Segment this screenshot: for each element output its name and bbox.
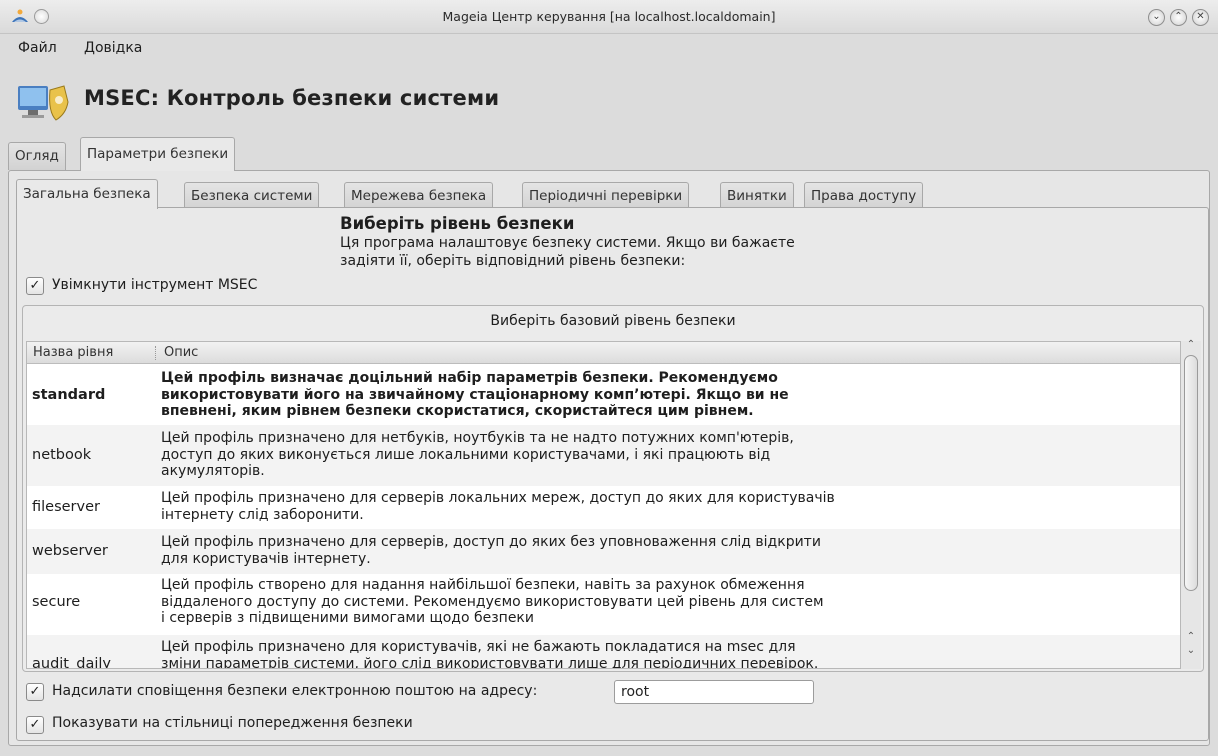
maximize-button[interactable]: ⌃ [1170,9,1187,26]
scroll-up-icon[interactable]: ⌃ [1184,631,1198,642]
table-header: Назва рівня Опис [27,342,1180,364]
description-line: Цей профіль призначено для нетбуків, ноу… [161,430,794,446]
level-name: webserver [32,543,108,559]
description-line: зміни параметрів системи, його слід вико… [161,655,819,669]
page-title: MSEC: Контроль безпеки системи [84,86,500,110]
window-title: Mageia Центр керування [на localhost.loc… [442,9,776,24]
enable-msec-checkbox[interactable]: ✓ [26,277,44,295]
description-line: Цей профіль призначено для серверів, дос… [161,534,821,550]
description-line: акумуляторів. [161,463,265,479]
scroll-up-icon[interactable]: ⌃ [1184,339,1198,350]
description-line: впевнені, яким рівнем безпеки скористати… [161,403,754,419]
tab-system-security[interactable]: Безпека системи [184,182,320,210]
description-line: Цей профіль визначає доцільний набір пар… [161,370,778,386]
email-address-input[interactable] [614,680,814,704]
level-description: Цей профіль призначено для нетбуків, ноу… [161,430,921,480]
column-header-description[interactable]: Опис [164,345,198,360]
scroll-handle[interactable] [1184,355,1198,591]
intro-line: задіяти її, оберіть відповідний рівень б… [340,253,686,269]
minimize-button[interactable]: ⌄ [1148,9,1165,26]
msec-shield-icon [18,85,69,121]
level-name: secure [32,594,81,610]
email-notify-checkbox[interactable]: ✓ [26,683,44,701]
column-separator[interactable] [155,346,156,360]
tab-general-security[interactable]: Загальна безпека [16,179,158,209]
base-level-group-title: Виберіть базовий рівень безпеки [490,313,736,329]
level-description: Цей профіль створено для надання найбіль… [161,577,921,627]
description-line: віддаленого доступу до системи. Рекоменд… [161,593,824,610]
table-row[interactable]: secure Цей профіль створено для надання … [27,574,1180,635]
scroll-down-icon[interactable]: ⌄ [1184,645,1198,656]
description-line: використовувати його на звичайному стаці… [161,386,789,403]
window-titlebar: Mageia Центр керування [на localhost.loc… [0,0,1218,34]
description-line: для користувачів інтернету. [161,550,371,567]
column-header-level-name[interactable]: Назва рівня [33,345,113,360]
tab-network-security[interactable]: Мережева безпека [344,182,494,210]
description-line: інтернету слід заборонити. [161,506,364,523]
close-button[interactable]: ✕ [1192,9,1209,26]
level-name: netbook [32,447,92,463]
menu-file[interactable]: Файл [18,40,57,56]
level-name: audit_daily [32,656,111,669]
security-levels-table[interactable]: Назва рівня Опис standard Цей профіль ви… [26,341,1181,669]
enable-msec-label: Увімкнути інструмент MSEC [52,277,258,293]
desktop-warnings-checkbox[interactable]: ✓ [26,716,44,734]
description-line: і серверів з підвищеними вимогами щодо б… [161,610,534,626]
tab-security-settings[interactable]: Параметри безпеки [80,137,236,171]
description-line: Цей профіль призначено для серверів лока… [161,490,835,506]
tab-exceptions[interactable]: Винятки [720,182,794,210]
menu-bar: Файл Довідка [0,34,1218,62]
tab-overview[interactable]: Огляд [8,142,66,170]
level-description: Цей профіль визначає доцільний набір пар… [161,370,921,420]
tab-periodic-checks[interactable]: Періодичні перевірки [522,182,690,210]
level-description: Цей профіль призначено для користувачів,… [161,639,921,669]
table-row[interactable]: fileserver Цей профіль призначено для се… [27,486,1180,529]
table-scrollbar[interactable]: ⌃ ⌃ ⌄ [1181,339,1201,669]
menu-help[interactable]: Довідка [84,40,142,56]
level-description: Цей профіль призначено для серверів, дос… [161,534,921,567]
level-description: Цей профіль призначено для серверів лока… [161,490,921,523]
description-line: Цей профіль призначено для користувачів,… [161,639,796,655]
intro-text: Ця програма налаштовує безпеку системи. … [340,234,940,270]
description-line: Цей профіль створено для надання найбіль… [161,577,805,593]
tab-permissions[interactable]: Права доступу [804,182,924,210]
intro-heading: Виберіть рівень безпеки [340,214,575,233]
level-name: fileserver [32,499,100,515]
table-row[interactable]: standard Цей профіль визначає доцільний … [27,365,1180,425]
level-name: standard [32,387,106,403]
desktop-warnings-label: Показувати на стільниці попередження без… [52,715,413,731]
email-notify-label: Надсилати сповіщення безпеки електронною… [52,683,538,699]
table-row[interactable]: netbook Цей профіль призначено для нетбу… [27,425,1180,486]
table-row[interactable]: audit_daily Цей профіль призначено для к… [27,635,1180,669]
intro-line: Ця програма налаштовує безпеку системи. … [340,235,795,251]
description-line: доступ до яких виконується лише локальни… [161,446,771,463]
table-row[interactable]: webserver Цей профіль призначено для сер… [27,529,1180,574]
